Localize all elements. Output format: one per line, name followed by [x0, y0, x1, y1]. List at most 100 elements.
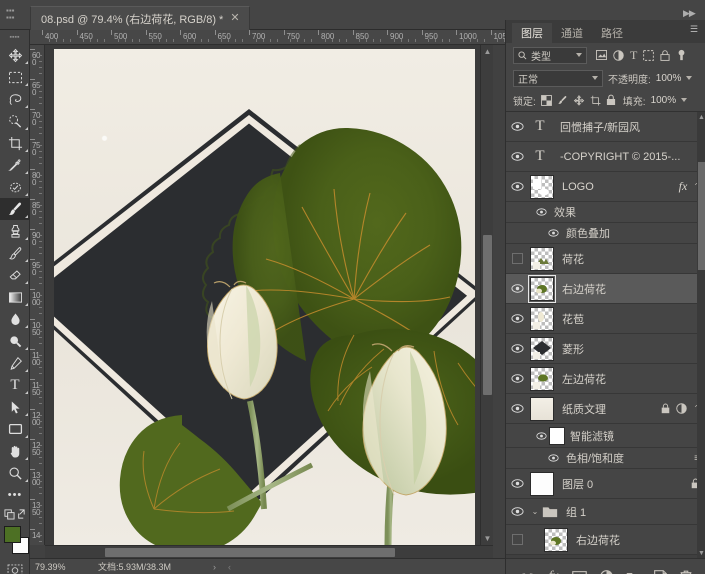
new-layer-icon[interactable] [653, 570, 667, 574]
scrollbar-thumb[interactable] [483, 235, 492, 395]
effects-label[interactable]: 效果 [549, 204, 576, 220]
lock-position-icon[interactable] [573, 94, 585, 106]
visibility-toggle[interactable] [506, 182, 528, 191]
layer-name[interactable]: 荷花 [554, 251, 705, 267]
visibility-toggle[interactable] [546, 454, 561, 462]
lock-image-icon[interactable] [557, 95, 568, 106]
layer-effect-color-overlay-row[interactable]: 颜色叠加 [506, 223, 705, 244]
collapse-panels-icon[interactable]: ▶▶ [683, 8, 697, 18]
visibility-toggle[interactable] [506, 507, 528, 516]
tab-layers[interactable]: 图层 [512, 23, 552, 43]
visibility-toggle[interactable] [506, 314, 528, 323]
visibility-toggle[interactable] [506, 534, 528, 545]
layer-thumbnail[interactable] [530, 174, 554, 199]
brush-tool[interactable] [0, 198, 30, 220]
layer-name[interactable]: 右边荷花 [568, 532, 705, 548]
eyedropper-tool[interactable] [0, 154, 30, 176]
layer-name[interactable]: -COPYRIGHT © 2015-... [552, 151, 705, 163]
marquee-tool[interactable] [0, 66, 30, 88]
path-selection-tool[interactable] [0, 396, 30, 418]
scroll-up-icon[interactable]: ▲ [481, 45, 493, 58]
layer-row-right-lotus[interactable]: 右边荷花 [506, 274, 705, 304]
layer-row-diamond[interactable]: 菱形 [506, 334, 705, 364]
history-brush-tool[interactable] [0, 242, 30, 264]
horizontal-ruler[interactable]: 400 450 500 550 600 650 700 750 800 850 900 950 1000… [30, 30, 505, 45]
layer-list[interactable]: T 回惯捕子/新园风 T -COPYRIGHT © 2015-... LOGO … [506, 111, 705, 558]
layer-thumbnail[interactable] [544, 527, 568, 552]
layer-name[interactable]: 菱形 [554, 341, 705, 357]
layer-thumbnail[interactable] [530, 396, 554, 421]
lasso-tool[interactable] [0, 88, 30, 110]
layer-row-nested-right-lotus[interactable]: 右边荷花 [506, 525, 705, 555]
layer-row-text-1[interactable]: T 回惯捕子/新园风 [506, 112, 705, 142]
layer-name[interactable]: 左边荷花 [554, 371, 705, 387]
visibility-toggle[interactable] [506, 374, 528, 383]
lock-transparent-icon[interactable] [540, 94, 552, 106]
zoom-level[interactable]: 79.39% [30, 562, 82, 572]
opacity-value[interactable]: 100% [656, 73, 682, 84]
scrollbar-thumb[interactable] [698, 162, 705, 270]
crop-tool[interactable] [0, 132, 30, 154]
layer-thumbnail[interactable] [530, 246, 554, 271]
layer-name[interactable]: 图层 0 [554, 476, 691, 492]
layer-row-paper-texture[interactable]: 纸质文理 ⌃ [506, 394, 705, 424]
smart-filter-hue-sat-row[interactable]: 色相/饱和度 ≡ [506, 448, 705, 469]
vertical-ruler[interactable]: 600 650 700 750 800 850 900 950 1000 1050 1100 1150… [30, 45, 45, 545]
status-collapse-icon[interactable]: ‹ [228, 562, 231, 572]
opacity-chevron-icon[interactable] [686, 76, 693, 80]
layer-style-fx-icon[interactable]: fx [548, 569, 558, 574]
visibility-toggle[interactable] [506, 404, 528, 413]
blend-mode-select[interactable]: 正常 [513, 69, 603, 87]
delete-layer-icon[interactable] [680, 570, 692, 574]
smart-filters-label[interactable]: 智能滤镜 [565, 428, 614, 444]
layer-row-background[interactable]: 图层 0 [506, 469, 705, 499]
artboard[interactable] [54, 49, 475, 545]
scroll-up-icon[interactable]: ▲ [697, 112, 705, 123]
layer-thumbnail[interactable] [528, 274, 556, 303]
visibility-toggle[interactable] [534, 431, 549, 440]
foreground-color-swatch[interactable] [4, 526, 21, 543]
type-filter-icon[interactable]: T [630, 48, 637, 63]
scroll-down-icon[interactable]: ▼ [481, 532, 493, 545]
hand-tool[interactable] [0, 440, 30, 462]
layer-name[interactable]: 右边荷花 [554, 281, 705, 297]
layer-effects-row[interactable]: 效果 [506, 202, 705, 223]
new-adjustment-layer-icon[interactable] [600, 570, 613, 574]
visibility-toggle[interactable] [534, 208, 549, 216]
quick-mask-toggle[interactable] [0, 560, 30, 574]
visibility-toggle[interactable] [506, 122, 528, 131]
layer-thumbnail[interactable] [530, 366, 554, 391]
rectangle-tool[interactable] [0, 418, 30, 440]
layer-row-logo[interactable]: LOGO fx ⌃ [506, 172, 705, 202]
panel-menu-icon[interactable]: ☰ [690, 25, 698, 34]
fill-chevron-icon[interactable] [681, 98, 688, 102]
fill-value[interactable]: 100% [651, 95, 677, 106]
gradient-tool[interactable] [0, 286, 30, 308]
close-icon[interactable]: ✕ [230, 13, 239, 24]
document-tab[interactable]: 08.psd @ 79.4% (右边荷花, RGB/8) * ✕ [30, 6, 250, 30]
filter-name[interactable]: 色相/饱和度 [561, 450, 624, 466]
tab-paths[interactable]: 路径 [592, 23, 632, 43]
edit-toolbar-tool[interactable]: ••• [0, 484, 30, 506]
effect-name[interactable]: 颜色叠加 [561, 225, 610, 241]
canvas-horizontal-scrollbar[interactable] [45, 545, 493, 558]
chevron-down-icon[interactable]: ⌄ [528, 507, 542, 516]
visibility-toggle[interactable] [506, 479, 528, 488]
smart-filter-mask-thumbnail[interactable] [549, 426, 565, 445]
layer-fx-icon[interactable]: fx [679, 179, 688, 194]
layer-name[interactable]: 回惯捕子/新园风 [552, 119, 705, 135]
quick-selection-tool[interactable] [0, 110, 30, 132]
lock-all-icon[interactable] [606, 94, 616, 106]
layer-row-bud[interactable]: 花苞 [506, 304, 705, 334]
layer-thumbnail[interactable] [530, 336, 554, 361]
layer-name[interactable]: LOGO [554, 181, 679, 193]
layer-row-left-lotus[interactable]: 左边荷花 [506, 364, 705, 394]
canvas-area[interactable]: ▲ ▼ [45, 45, 493, 545]
smart-filter-icon[interactable] [676, 403, 688, 414]
add-layer-mask-icon[interactable] [571, 570, 587, 574]
chevron-down-icon[interactable] [592, 76, 598, 80]
pen-tool[interactable] [0, 352, 30, 374]
layer-row-lotus-hidden[interactable]: 荷花 [506, 244, 705, 274]
new-group-icon[interactable] [626, 571, 641, 574]
status-expand-icon[interactable]: › [213, 562, 216, 572]
